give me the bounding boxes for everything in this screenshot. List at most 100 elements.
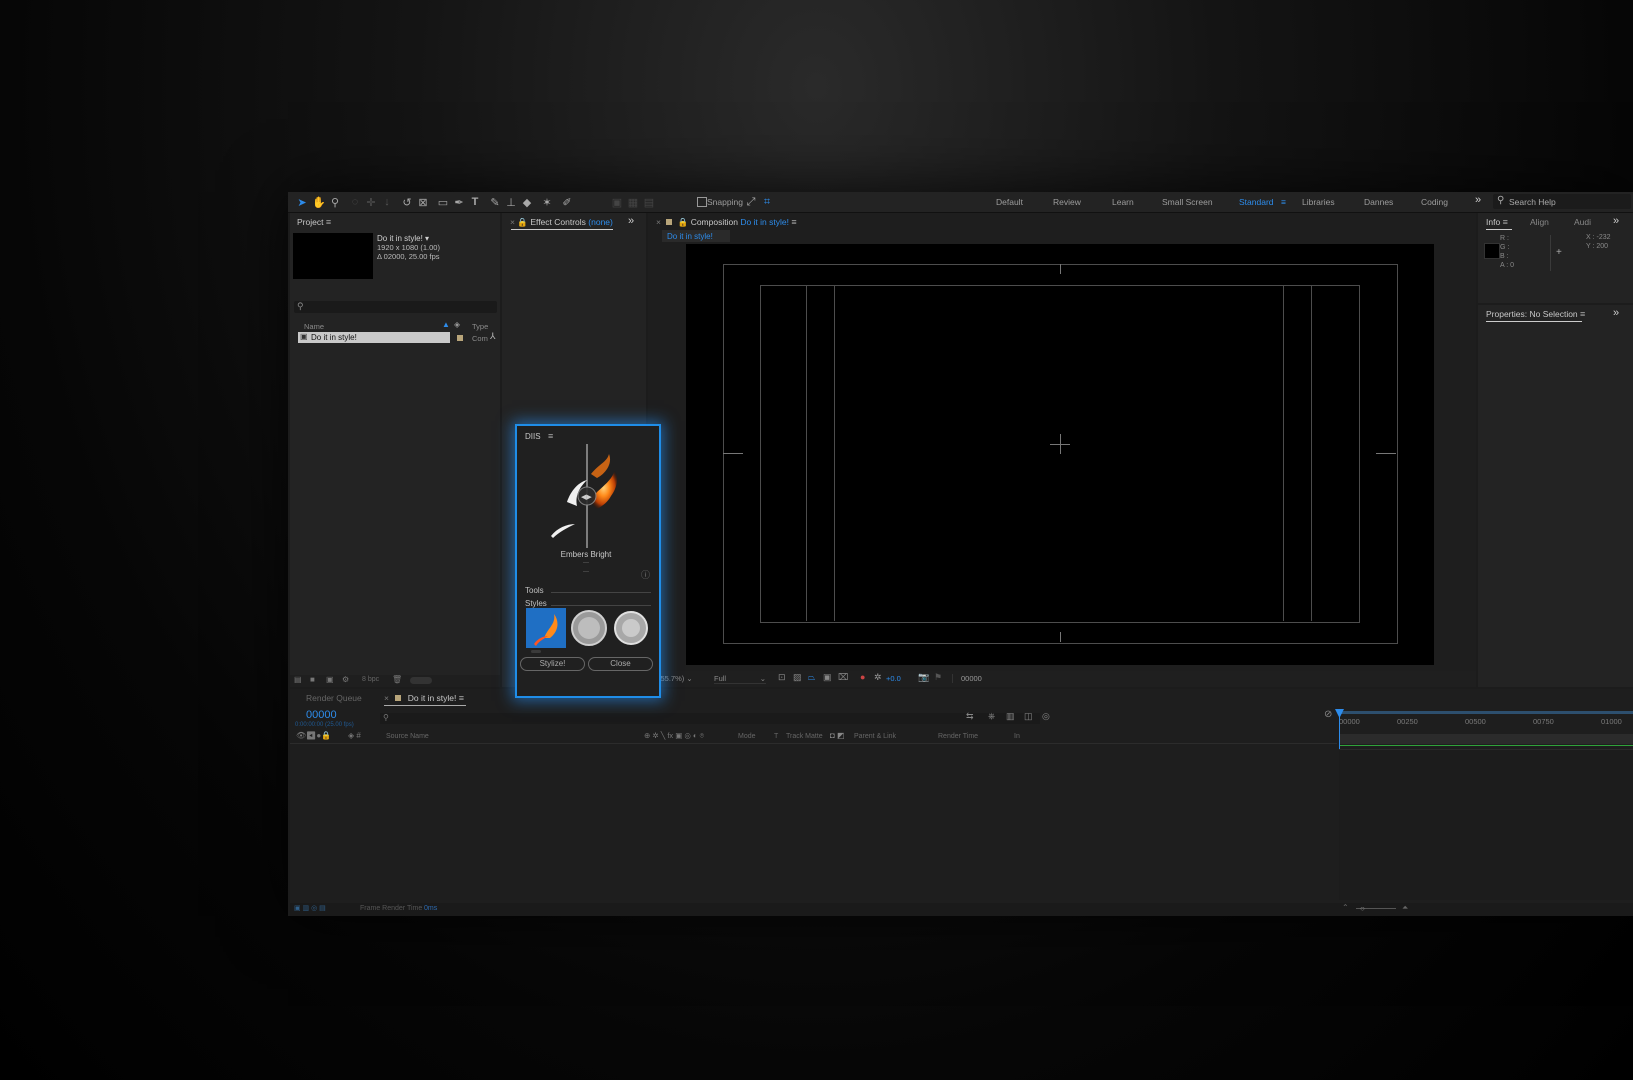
trash-icon[interactable]: 🗑 (392, 675, 402, 684)
style-thumb-chalk[interactable] (611, 608, 651, 648)
lock-icon[interactable]: 🔒 (678, 217, 689, 227)
draft-3d-icon[interactable]: ⎈ (988, 711, 995, 722)
exposure-value[interactable]: +0.0 (886, 674, 901, 683)
roto-brush-tool-icon[interactable]: ✶ (540, 195, 554, 209)
close-icon[interactable]: × (384, 693, 389, 703)
snapshot-icon[interactable]: 📷 (918, 672, 929, 683)
clone-stamp-tool-icon[interactable]: ⊥ (504, 195, 518, 209)
orbit-camera-icon[interactable]: ◌ (348, 195, 362, 209)
search-help-field[interactable]: ⚲ Search Help (1493, 194, 1631, 209)
type-tool-icon[interactable]: T (468, 195, 482, 209)
workspace-learn[interactable]: Learn (1112, 197, 1134, 207)
hide-shy-layers-icon[interactable]: ▥ (1006, 711, 1015, 722)
col-render-time[interactable]: Render Time (938, 733, 978, 740)
current-time-field[interactable]: 00000 (952, 674, 1001, 683)
flowchart-icon[interactable]: ⅄ (490, 331, 496, 342)
col-parent-link[interactable]: Parent & Link (854, 733, 896, 740)
resolution-select[interactable]: Full ⌄ (714, 674, 766, 684)
comp-sub-tab[interactable]: Do it in style! (662, 230, 730, 242)
new-comp-icon[interactable]: ▣ (326, 675, 334, 684)
show-snapshot-icon[interactable]: ⚑ (934, 672, 942, 683)
timeline-search-input[interactable]: ⚲ (380, 713, 1040, 724)
properties-tab[interactable]: Properties: No Selection ≡ (1486, 309, 1585, 319)
info-tab[interactable]: Info ≡ (1486, 217, 1508, 227)
comp-info-name[interactable]: Do it in style! ▾ (377, 234, 429, 243)
close-icon[interactable]: × (510, 217, 515, 227)
composition-tab[interactable]: × 🔒 Composition Do it in style! ≡ (656, 217, 797, 228)
label-tag-icon[interactable]: ◈ # (348, 731, 361, 740)
transparency-grid-icon[interactable]: ▨ (793, 672, 802, 683)
stylize-button[interactable]: Stylize! (520, 657, 585, 671)
col-in[interactable]: In (1014, 733, 1020, 740)
workspace-dannes[interactable]: Dannes (1364, 197, 1393, 207)
render-queue-tab[interactable]: Render Queue (306, 693, 362, 703)
timeline-graph-area[interactable] (1339, 749, 1633, 900)
snap-options-icon[interactable]: ⤢ (744, 195, 758, 209)
axis-local-icon[interactable]: ▣ (610, 195, 624, 209)
axis-world-icon[interactable]: ▦ (626, 195, 640, 209)
region-of-interest-icon[interactable]: ▣ (823, 672, 832, 683)
comp-viewer[interactable] (686, 244, 1434, 665)
panel-menu-icon[interactable]: ≡ (1503, 217, 1508, 227)
workspace-menu-icon[interactable]: ≡ (1281, 197, 1286, 207)
workspace-review[interactable]: Review (1053, 197, 1081, 207)
pan-behind-tool-icon[interactable]: ⊠ (416, 195, 430, 209)
new-folder-icon[interactable]: ■ (310, 675, 315, 684)
col-source-name[interactable]: Source Name (386, 733, 429, 740)
panel-menu-icon[interactable]: ≡ (791, 217, 796, 227)
snapping-checkbox[interactable] (697, 197, 707, 207)
project-settings-icon[interactable]: ⚙ (342, 675, 349, 684)
rotation-tool-icon[interactable]: ↺ (400, 195, 414, 209)
style-thumb-sketch[interactable] (569, 608, 609, 648)
dolly-camera-icon[interactable]: ↓ (380, 195, 394, 209)
panel-menu-icon[interactable]: ≡ (548, 431, 553, 441)
pen-tool-icon[interactable]: ✒ (452, 195, 466, 209)
workspaces-overflow-icon[interactable]: » (1475, 194, 1481, 206)
label-color-swatch[interactable] (457, 335, 463, 341)
hand-tool-icon[interactable]: ✋ (312, 195, 326, 209)
workspace-coding[interactable]: Coding (1421, 197, 1448, 207)
selection-tool-icon[interactable]: ➤ (295, 195, 309, 209)
label-tag-icon[interactable]: ◈ (454, 320, 460, 329)
project-item-row[interactable]: ▣ Do it in style! (298, 332, 450, 343)
col-type-header[interactable]: Type (472, 322, 488, 331)
brush-tool-icon[interactable]: ✎ (488, 195, 502, 209)
workspace-standard[interactable]: Standard (1239, 197, 1274, 207)
panel-menu-icon[interactable]: ≡ (326, 217, 331, 227)
col-track-matte[interactable]: Track Matte (786, 733, 823, 740)
timeline-current-time[interactable]: 00000 (306, 709, 337, 721)
zoom-in-icon[interactable]: ⏶ (1402, 903, 1408, 913)
close-button[interactable]: Close (588, 657, 653, 671)
eraser-tool-icon[interactable]: ◆ (520, 195, 534, 209)
close-icon[interactable]: × (656, 217, 661, 227)
col-t[interactable]: T (774, 733, 778, 740)
graph-editor-toggle-icon[interactable]: ⊘ (1324, 709, 1332, 720)
lock-icon[interactable]: 🔒 (517, 217, 528, 227)
axis-view-icon[interactable]: ▤ (642, 195, 656, 209)
color-management-icon[interactable]: ✲ (874, 672, 882, 683)
matte-toggle-icon[interactable]: ◘ ◩ (830, 731, 845, 740)
panel-menu-icon[interactable]: ≡ (459, 693, 464, 703)
av-features-icon[interactable]: 👁◀●🔒 (296, 731, 331, 740)
comp-mini-flowchart-icon[interactable]: ⇆ (966, 711, 974, 722)
panel-overflow-icon[interactable]: » (1613, 215, 1619, 227)
puppet-pin-tool-icon[interactable]: ✐ (560, 195, 574, 209)
channels-icon[interactable]: ● (860, 672, 865, 682)
styles-scroll-indicator[interactable] (531, 650, 541, 653)
rectangle-tool-icon[interactable]: ▭ (436, 195, 450, 209)
panel-overflow-icon[interactable]: » (1613, 307, 1619, 319)
fast-preview-icon[interactable]: ⊡ (778, 672, 786, 683)
motion-blur-icon[interactable]: ◎ (1042, 711, 1050, 722)
snap-grid-icon[interactable]: ⌗ (760, 195, 774, 209)
bpc-label[interactable]: 8 bpc (362, 676, 379, 683)
guides-options-icon[interactable]: ⌧ (838, 672, 848, 683)
effect-controls-tab[interactable]: × 🔒 Effect Controls (none) (510, 217, 613, 228)
zoom-slider-handle[interactable]: ○ (1360, 904, 1365, 913)
timeline-comp-tab[interactable]: × Do it in style! ≡ (384, 693, 464, 703)
workspace-libraries[interactable]: Libraries (1302, 197, 1335, 207)
panel-menu-icon[interactable]: ≡ (1580, 309, 1585, 319)
mask-visibility-icon[interactable]: ⏢ (808, 672, 815, 683)
audio-tab[interactable]: Audi (1574, 217, 1591, 227)
col-mode[interactable]: Mode (738, 733, 756, 740)
align-tab[interactable]: Align (1530, 217, 1549, 227)
